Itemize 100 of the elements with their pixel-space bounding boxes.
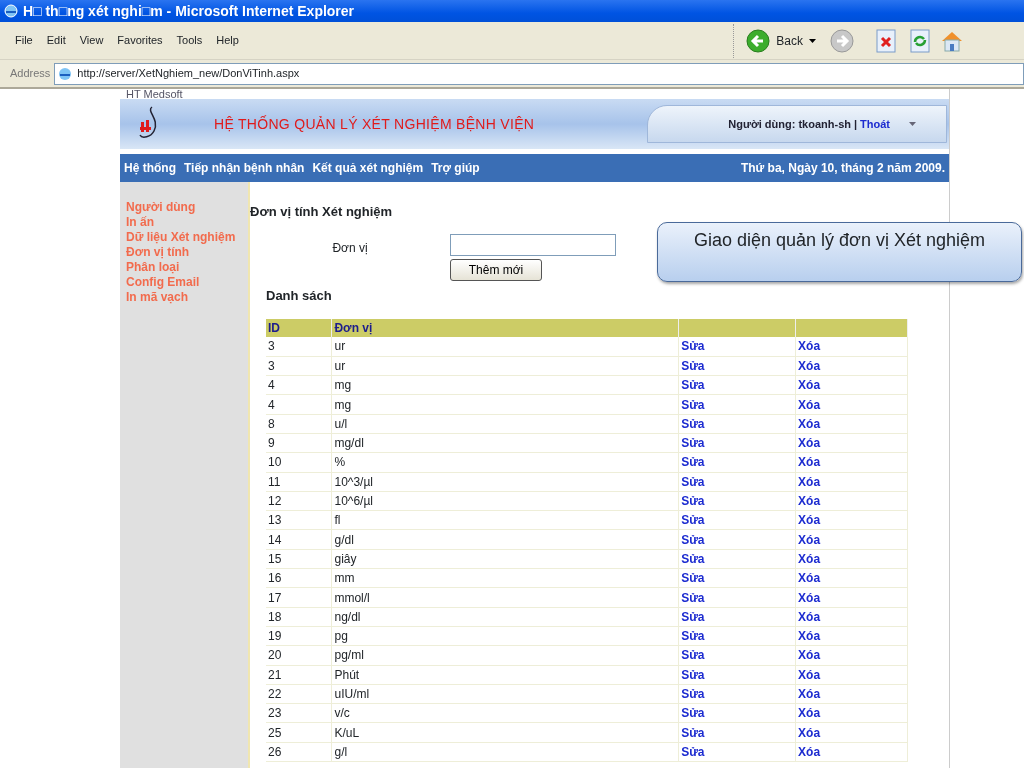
delete-link[interactable]: Xóa: [798, 648, 821, 663]
delete-link[interactable]: Xóa: [798, 532, 821, 547]
edit-link[interactable]: Sửa: [681, 397, 705, 412]
back-icon[interactable]: [746, 28, 771, 53]
user-label: Người dùng: tkoanh-sh: [728, 116, 851, 132]
logout-link[interactable]: Thoát: [860, 115, 890, 133]
table-cell: 4: [266, 394, 332, 415]
table-cell: 4: [266, 375, 332, 395]
delete-link[interactable]: Xóa: [798, 744, 821, 759]
edit-link[interactable]: Sửa: [681, 474, 705, 489]
edit-link[interactable]: Sửa: [681, 416, 705, 431]
delete-link[interactable]: Xóa: [798, 436, 821, 451]
menu-item[interactable]: Edit: [39, 32, 73, 49]
edit-link[interactable]: Sửa: [681, 725, 705, 740]
table-cell: 19: [266, 626, 332, 646]
address-field[interactable]: http://server/XetNghiem_new/DonViTinh.aspx: [54, 62, 1024, 85]
back-button[interactable]: Back: [776, 31, 803, 50]
delete-link[interactable]: Xóa: [798, 571, 821, 586]
column-header: ID: [266, 319, 332, 337]
table-cell: mg/dl: [331, 433, 679, 453]
table-cell: 18: [266, 607, 332, 627]
delete-link[interactable]: Xóa: [798, 590, 821, 605]
edit-link[interactable]: Sửa: [681, 358, 705, 373]
edit-link[interactable]: Sửa: [681, 532, 705, 547]
table-cell: 16: [266, 568, 332, 588]
edit-link[interactable]: Sửa: [681, 436, 705, 451]
table-cell: g/l: [331, 742, 679, 762]
delete-link[interactable]: Xóa: [798, 629, 821, 644]
edit-link[interactable]: Sửa: [681, 513, 705, 528]
delete-link[interactable]: Xóa: [798, 474, 821, 489]
table-cell: 10: [266, 452, 332, 473]
table-cell: 20: [266, 645, 332, 666]
delete-link[interactable]: Xóa: [798, 687, 821, 701]
table-cell: %: [331, 452, 679, 473]
dropdown-caret-icon[interactable]: [809, 38, 816, 43]
unit-input-field[interactable]: [450, 233, 616, 256]
list-heading: Danh sách: [266, 286, 333, 305]
delete-link[interactable]: Xóa: [798, 339, 821, 354]
separator: |: [853, 116, 858, 132]
edit-link[interactable]: Sửa: [681, 648, 705, 663]
caret-icon[interactable]: [909, 122, 916, 126]
table-cell: K/uL: [331, 722, 679, 743]
table-cell: 23: [266, 703, 332, 723]
menu-item[interactable]: Tools: [169, 32, 210, 49]
nav-item[interactable]: Kết quả xét nghiệm: [312, 159, 424, 177]
forward-icon[interactable]: [830, 28, 854, 53]
edit-link[interactable]: Sửa: [681, 687, 705, 701]
delete-link[interactable]: Xóa: [798, 494, 821, 508]
table-cell: 14: [266, 529, 332, 550]
edit-link[interactable]: Sửa: [681, 629, 705, 644]
delete-link[interactable]: Xóa: [798, 706, 821, 721]
delete-link[interactable]: Xóa: [798, 397, 821, 412]
nav-item[interactable]: Hệ thống: [124, 159, 176, 177]
table-cell: 12: [266, 491, 332, 511]
browser-icon: [3, 3, 19, 19]
table-cell: uIU/ml: [331, 684, 679, 704]
address-label: Address: [10, 66, 51, 82]
table-cell: giây: [331, 549, 679, 569]
edit-link[interactable]: Sửa: [681, 551, 705, 566]
delete-link[interactable]: Xóa: [798, 551, 821, 566]
menu-item[interactable]: View: [72, 32, 111, 49]
delete-link[interactable]: Xóa: [798, 378, 821, 393]
edit-link[interactable]: Sửa: [681, 590, 705, 605]
edit-link[interactable]: Sửa: [681, 667, 705, 682]
table-cell: mm: [331, 568, 679, 588]
edit-link[interactable]: Sửa: [681, 571, 705, 586]
nav-item[interactable]: Tiếp nhận bệnh nhân: [184, 159, 305, 177]
nav-item[interactable]: Trợ giúp: [431, 159, 480, 177]
table-cell: u/l: [331, 414, 679, 434]
table-cell: mmol/l: [331, 587, 679, 608]
menu-item[interactable]: Help: [209, 32, 246, 49]
menu-item[interactable]: File: [8, 32, 40, 49]
delete-link[interactable]: Xóa: [798, 725, 821, 740]
delete-link[interactable]: Xóa: [798, 667, 821, 682]
edit-link[interactable]: Sửa: [681, 378, 705, 393]
edit-link[interactable]: Sửa: [681, 706, 705, 721]
edit-link[interactable]: Sửa: [681, 744, 705, 759]
delete-link[interactable]: Xóa: [798, 609, 821, 624]
table-cell: mg: [331, 375, 679, 395]
table-cell: ng/dl: [331, 607, 679, 627]
table-cell: fl: [331, 510, 679, 530]
table-cell: v/c: [331, 703, 679, 723]
edit-link[interactable]: Sửa: [681, 609, 705, 624]
add-button[interactable]: Thêm mới: [450, 258, 542, 281]
table-cell: 10^6/µl: [331, 491, 679, 511]
delete-link[interactable]: Xóa: [798, 416, 821, 431]
table-cell: pg: [331, 626, 679, 646]
brand-text: HT Medsoft: [125, 89, 184, 99]
edit-link[interactable]: Sửa: [681, 455, 705, 470]
delete-link[interactable]: Xóa: [798, 455, 821, 470]
delete-link[interactable]: Xóa: [798, 513, 821, 528]
refresh-icon[interactable]: [910, 28, 930, 53]
stop-icon[interactable]: [876, 28, 896, 53]
table-cell: 3: [266, 356, 332, 376]
menu-item[interactable]: Favorites: [110, 32, 170, 49]
date-text: Thứ ba, Ngày 10, tháng 2 năm 2009.: [740, 160, 945, 177]
edit-link[interactable]: Sửa: [681, 339, 705, 354]
delete-link[interactable]: Xóa: [798, 358, 821, 373]
column-header: Đơn vị: [331, 319, 679, 337]
edit-link[interactable]: Sửa: [681, 494, 705, 508]
